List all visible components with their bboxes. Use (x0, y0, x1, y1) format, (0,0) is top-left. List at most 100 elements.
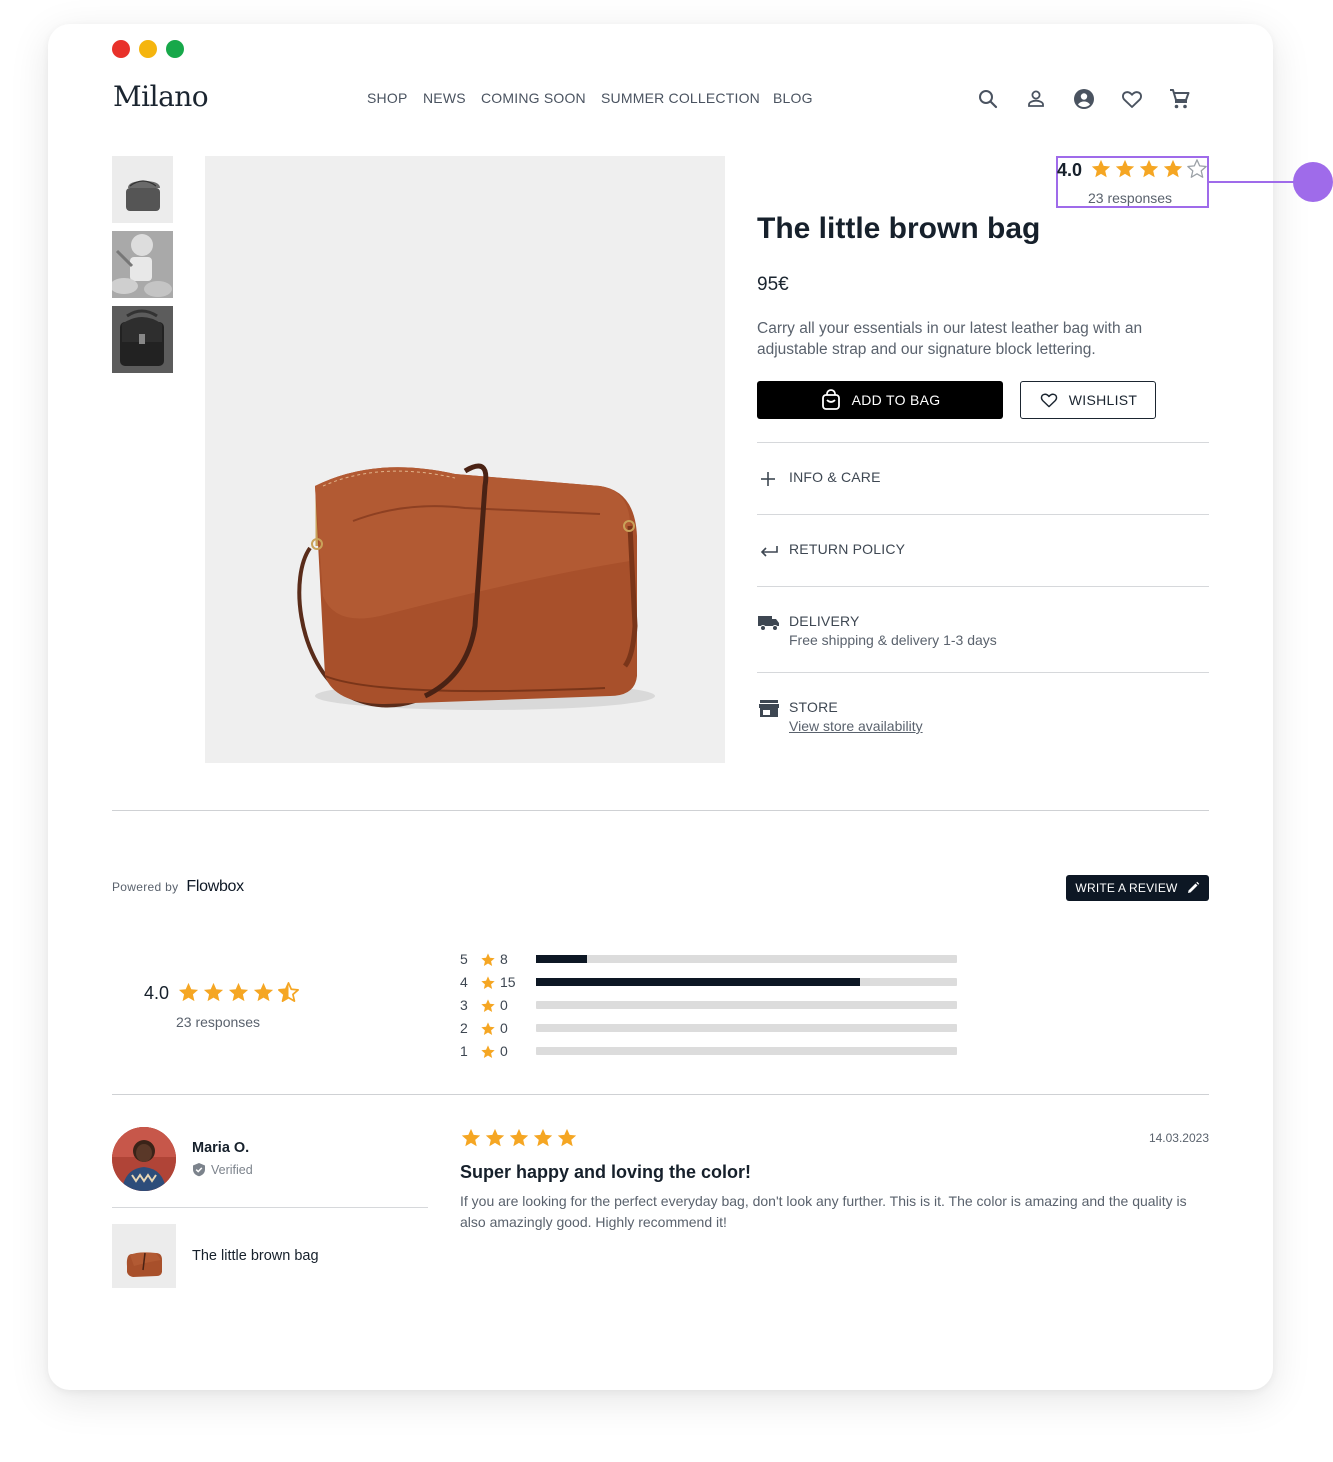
write-review-label: WRITE A REVIEW (1075, 881, 1178, 895)
star-icon (481, 1045, 495, 1058)
star-icon (228, 982, 249, 1002)
verified-label: Verified (211, 1162, 253, 1177)
star-icon (481, 953, 495, 966)
nav-news[interactable]: NEWS (423, 90, 466, 106)
product-image (205, 156, 725, 763)
close-dot[interactable] (112, 40, 130, 58)
summary-score: 4.0 (144, 983, 170, 1003)
thumbnail-1[interactable] (112, 156, 173, 223)
distribution-star-label: 4 (460, 974, 468, 990)
heart-icon[interactable] (1120, 87, 1144, 111)
accordion-sub: Free shipping & delivery 1-3 days (789, 632, 997, 648)
review-product-thumbnail[interactable] (112, 1224, 176, 1288)
accordion-label: RETURN POLICY (789, 541, 906, 557)
distribution-star-label: 1 (460, 1043, 468, 1059)
truck-icon (758, 616, 779, 631)
shopping-bag-icon (821, 389, 840, 410)
summary-responses: 23 responses (176, 1014, 261, 1030)
star-half-icon (278, 982, 299, 1002)
wishlist-label: WISHLIST (1068, 392, 1138, 408)
store-icon (759, 700, 779, 717)
add-to-bag-label: ADD TO BAG (851, 392, 941, 408)
star-icon (1139, 159, 1159, 178)
pencil-icon (1187, 881, 1199, 893)
cart-icon[interactable] (1168, 87, 1192, 111)
star-outline-icon (1187, 159, 1207, 178)
product-title: The little brown bag (757, 212, 1041, 245)
nav-blog[interactable]: BLOG (773, 90, 813, 106)
accordion-return-policy[interactable]: RETURN POLICY (757, 540, 1209, 560)
rating-badge-score: 4.0 (1057, 160, 1083, 180)
distribution-count: 8 (500, 951, 508, 967)
star-icon (178, 982, 199, 1002)
search-icon[interactable] (976, 87, 1000, 111)
distribution-count: 0 (500, 1020, 508, 1036)
callout-line (1209, 181, 1295, 183)
product-price: 95€ (757, 274, 789, 295)
distribution-star-label: 2 (460, 1020, 468, 1036)
star-icon (557, 1128, 577, 1147)
review-title: Super happy and loving the color! (460, 1162, 752, 1182)
store-availability-link[interactable]: View store availability (789, 718, 923, 734)
distribution-bar (536, 1047, 957, 1055)
star-icon (485, 1128, 505, 1147)
account-circle-icon[interactable] (1072, 87, 1096, 111)
accordion-store[interactable]: STORE View store availability (757, 698, 1209, 738)
heart-outline-icon (1040, 393, 1057, 408)
verified-shield-icon (193, 1163, 205, 1177)
divider (757, 514, 1209, 515)
accordion-label: INFO & CARE (789, 469, 881, 485)
star-icon (481, 999, 495, 1012)
add-to-bag-button[interactable]: ADD TO BAG (757, 381, 1003, 419)
accordion-label: STORE (789, 699, 838, 715)
star-icon (481, 1022, 495, 1035)
thumbnail-3[interactable] (112, 306, 173, 373)
distribution-star-label: 5 (460, 951, 468, 967)
powered-by: Powered by Flowbox (112, 878, 244, 896)
star-icon (509, 1128, 529, 1147)
write-review-button[interactable]: WRITE A REVIEW (1066, 875, 1209, 901)
review-body: If you are looking for the perfect every… (460, 1193, 1187, 1230)
divider (757, 672, 1209, 673)
verified-badge: Verified (192, 1162, 253, 1177)
star-icon (481, 976, 495, 989)
wishlist-button[interactable]: WISHLIST (1020, 381, 1156, 419)
distribution-bar (536, 1024, 957, 1032)
star-icon (1163, 159, 1183, 178)
section-divider (112, 810, 1209, 811)
star-icon (253, 982, 274, 1002)
review-product-name[interactable]: The little brown bag (192, 1248, 319, 1264)
review-date: 14.03.2023 (1148, 1131, 1209, 1145)
star-icon (533, 1128, 553, 1147)
flowbox-logo[interactable]: Flowbox (186, 878, 244, 896)
nav-shop[interactable]: SHOP (367, 90, 407, 106)
star-icon (461, 1128, 481, 1147)
review-stars (460, 1127, 578, 1149)
summary-stars (177, 981, 300, 1004)
plus-icon (761, 472, 775, 486)
callout-dot (1293, 162, 1333, 202)
divider (757, 586, 1209, 587)
rating-badge-stars (1090, 158, 1208, 180)
review-author: Maria O. (192, 1140, 250, 1156)
avatar (112, 1127, 176, 1191)
return-arrow-icon (760, 546, 778, 557)
star-icon (203, 982, 224, 1002)
rating-badge-responses: 23 responses (1088, 190, 1173, 206)
distribution-bar-fill (536, 955, 587, 963)
distribution-count: 0 (500, 997, 508, 1013)
divider (757, 442, 1209, 443)
accordion-info-care[interactable]: INFO & CARE (757, 468, 1209, 488)
distribution-bar (536, 978, 957, 986)
accordion-label: DELIVERY (789, 613, 860, 629)
nav-coming-soon[interactable]: COMING SOON (481, 90, 586, 106)
accordion-delivery[interactable]: DELIVERY Free shipping & delivery 1-3 da… (757, 612, 1209, 652)
distribution-bar (536, 955, 957, 963)
minimize-dot[interactable] (139, 40, 157, 58)
user-icon[interactable] (1024, 87, 1048, 111)
logo[interactable]: Milano (113, 80, 209, 113)
distribution-count: 0 (500, 1043, 508, 1059)
nav-summer-collection[interactable]: SUMMER COLLECTION (601, 90, 760, 106)
maximize-dot[interactable] (166, 40, 184, 58)
thumbnail-2[interactable] (112, 231, 173, 298)
